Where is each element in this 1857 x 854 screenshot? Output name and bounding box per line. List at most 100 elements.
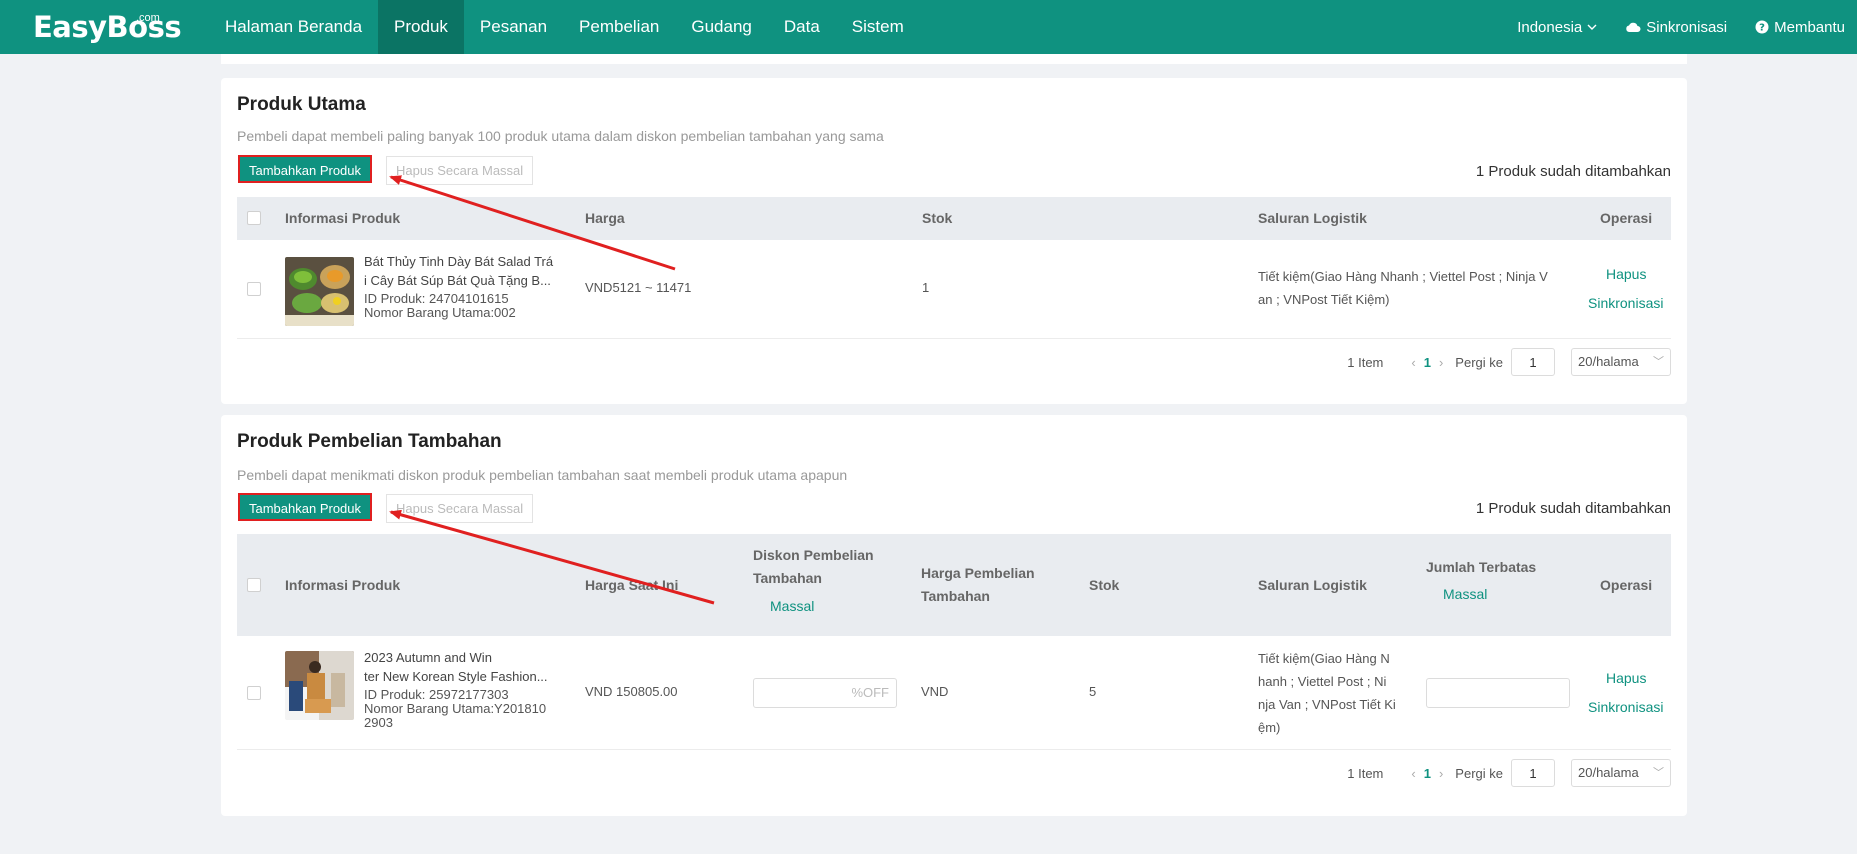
help-circle-icon: ? (1755, 20, 1769, 34)
table-row: Bát Thủy Tinh Dày Bát Salad Trá i Cây Bá… (237, 240, 1671, 339)
page-size-select[interactable]: 20/halama ﹀ (1571, 759, 1671, 787)
logistics-line: an ; VNPost Tiết Kiệm) (1258, 292, 1390, 307)
col-price: Harga (585, 210, 625, 226)
help-button[interactable]: ? Membantu (1755, 19, 1845, 36)
added-count-label: 1 Produk sudah ditambahkan (1475, 163, 1671, 180)
col-addon-price: Harga Pembelian (921, 565, 1035, 581)
logistics-line: Tiết kiệm(Giao Hàng Nhanh ; Viettel Post… (1258, 269, 1548, 284)
page-number[interactable]: 1 (1424, 355, 1431, 370)
sync-link[interactable]: Sinkronisasi (1588, 699, 1663, 715)
chevron-down-icon: ﹀ (1653, 356, 1664, 368)
bulk-delete-button[interactable]: Hapus Secara Massal (386, 494, 534, 523)
next-page-icon[interactable]: › (1439, 766, 1443, 781)
row-checkbox[interactable] (247, 686, 261, 700)
pagination: 1 Item ‹ 1 › Pergi ke 20/halama ﹀ (1347, 759, 1671, 787)
logistics-line: Tiết kiệm(Giao Hàng N (1258, 651, 1390, 666)
product-id: ID Produk: 25972177303 (364, 687, 509, 702)
help-label: Membantu (1774, 18, 1845, 36)
col-product-info: Informasi Produk (285, 577, 401, 593)
col-current-price: Harga Saat Ini (585, 577, 679, 593)
product-stock: 1 (922, 280, 930, 295)
prev-page-icon[interactable]: ‹ (1411, 355, 1415, 370)
goto-page-input[interactable] (1511, 759, 1555, 787)
add-product-button[interactable]: Tambahkan Produk (238, 155, 373, 183)
product-price: VND5121 ~ 11471 (585, 280, 692, 295)
col-limit: Jumlah Terbatas (1426, 559, 1537, 575)
limit-bulk-link[interactable]: Massal (1443, 586, 1487, 602)
section-description: Pembeli dapat membeli paling banyak 100 … (237, 128, 884, 144)
goto-page-input[interactable] (1511, 348, 1555, 376)
logistics-line: ệm) (1258, 720, 1281, 735)
table-header: Informasi Produk Harga Stok Saluran Logi… (237, 197, 1671, 240)
col-operation: Operasi (1600, 210, 1653, 226)
logistics-line: nja Van ; VNPost Tiết Ki (1258, 697, 1396, 712)
section-title: Produk Utama (237, 94, 366, 115)
col-product-info: Informasi Produk (285, 210, 401, 226)
cloud-icon (1626, 22, 1641, 32)
page-size-select[interactable]: 20/halama ﹀ (1571, 348, 1671, 376)
nav-product[interactable]: Produk (378, 0, 464, 54)
addon-stock: 5 (1089, 684, 1097, 699)
bowl-food-image (285, 257, 354, 326)
bulk-delete-button[interactable]: Hapus Secara Massal (386, 156, 534, 185)
select-all-checkbox[interactable] (247, 578, 261, 592)
discount-bulk-link[interactable]: Massal (770, 598, 814, 614)
pagination-total: 1 Item (1347, 765, 1384, 781)
logo-domain-suffix: .com (136, 12, 160, 24)
top-right-actions: Indonesia Sinkronisasi ? Membantu (1517, 0, 1845, 54)
product-name-line: 2023 Autumn and Win (364, 650, 492, 665)
language-dropdown[interactable]: Indonesia (1517, 19, 1597, 36)
sync-label: Sinkronisasi (1646, 18, 1728, 36)
addon-products-card: Produk Pembelian Tambahan Pembeli dapat … (221, 415, 1687, 816)
fashion-model-image (285, 651, 354, 720)
nav-orders[interactable]: Pesanan (464, 0, 563, 54)
page-number[interactable]: 1 (1424, 766, 1431, 781)
product-sku: 2903 (364, 715, 393, 730)
nav-purchase[interactable]: Pembelian (563, 0, 675, 54)
logistics-line: hanh ; Viettel Post ; Ni (1258, 674, 1387, 689)
limit-quantity-input[interactable] (1426, 678, 1570, 708)
pagination: 1 Item ‹ 1 › Pergi ke 20/halama ﹀ (1347, 348, 1671, 376)
col-discount: Diskon Pembelian (753, 547, 874, 563)
product-name-line: Bát Thủy Tinh Dày Bát Salad Trá (364, 254, 554, 269)
addon-price: VND (921, 684, 949, 699)
sync-link[interactable]: Sinkronisasi (1588, 295, 1663, 311)
discount-placeholder: %OFF (851, 685, 889, 700)
product-sku: Nomor Barang Utama:002 (364, 305, 516, 320)
nav-data[interactable]: Data (768, 0, 836, 54)
col-discount: Tambahan (753, 570, 822, 586)
nav-warehouse[interactable]: Gudang (675, 0, 768, 54)
next-page-icon[interactable]: › (1439, 355, 1443, 370)
sync-button[interactable]: Sinkronisasi (1625, 19, 1727, 36)
page-size-value: 20/halama (1578, 765, 1639, 780)
nav-home[interactable]: Halaman Beranda (209, 0, 378, 54)
col-addon-price: Tambahan (921, 588, 990, 604)
chevron-down-icon (1587, 24, 1597, 30)
prev-page-icon[interactable]: ‹ (1411, 766, 1415, 781)
delete-link[interactable]: Hapus (1606, 670, 1646, 686)
col-logistics: Saluran Logistik (1258, 210, 1367, 226)
discount-input[interactable]: %OFF (753, 678, 897, 708)
added-count-label: 1 Produk sudah ditambahkan (1475, 500, 1671, 517)
product-thumbnail[interactable] (285, 651, 354, 720)
language-label: Indonesia (1517, 18, 1583, 36)
col-operation: Operasi (1600, 577, 1653, 593)
previous-card-bottom (221, 54, 1687, 64)
row-checkbox[interactable] (247, 282, 261, 296)
section-title: Produk Pembelian Tambahan (237, 431, 502, 452)
product-sku: Nomor Barang Utama:Y201810 (364, 701, 547, 716)
col-stock: Stok (922, 210, 953, 226)
delete-link[interactable]: Hapus (1606, 266, 1646, 282)
chevron-down-icon: ﹀ (1653, 767, 1664, 779)
table-header: Informasi Produk Harga Saat Ini Diskon P… (237, 534, 1671, 636)
goto-label: Pergi ke (1455, 354, 1503, 370)
main-nav: Halaman Beranda Produk Pesanan Pembelian… (209, 0, 920, 54)
product-thumbnail[interactable] (285, 257, 354, 326)
product-name-line: i Cây Bát Súp Bát Quà Tặng B... (364, 273, 551, 288)
section-description: Pembeli dapat menikmati diskon produk pe… (237, 467, 848, 483)
svg-text:?: ? (1759, 23, 1765, 34)
select-all-checkbox[interactable] (247, 211, 261, 225)
nav-system[interactable]: Sistem (836, 0, 920, 54)
goto-label: Pergi ke (1455, 765, 1503, 781)
add-product-button[interactable]: Tambahkan Produk (238, 493, 373, 521)
